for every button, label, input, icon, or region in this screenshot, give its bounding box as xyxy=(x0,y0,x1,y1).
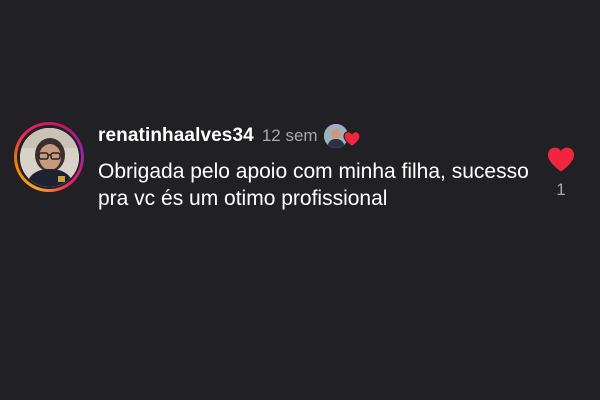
username[interactable]: renatinhaalves34 xyxy=(98,125,254,147)
liked-by-creator-badge xyxy=(323,124,361,148)
timestamp: 12 sem xyxy=(261,126,318,145)
avatar-photo xyxy=(19,127,79,187)
avatar-ring-gap xyxy=(17,125,81,189)
comment-item: renatinhaalves34 12 sem Obrigada pelo ap… xyxy=(14,120,586,260)
heart-icon[interactable] xyxy=(547,147,575,172)
like-section: 1 xyxy=(547,147,575,200)
comment-text: Obrigada pelo apoio com minha filha, suc… xyxy=(98,160,529,210)
avatar-story-ring[interactable] xyxy=(14,122,84,192)
like-count: 1 xyxy=(556,180,566,199)
avatar[interactable] xyxy=(19,127,79,187)
comment-header: renatinhaalves34 12 sem xyxy=(98,124,361,148)
heart-icon xyxy=(343,131,361,147)
comment-screen: renatinhaalves34 12 sem Obrigada pelo ap… xyxy=(0,0,600,400)
